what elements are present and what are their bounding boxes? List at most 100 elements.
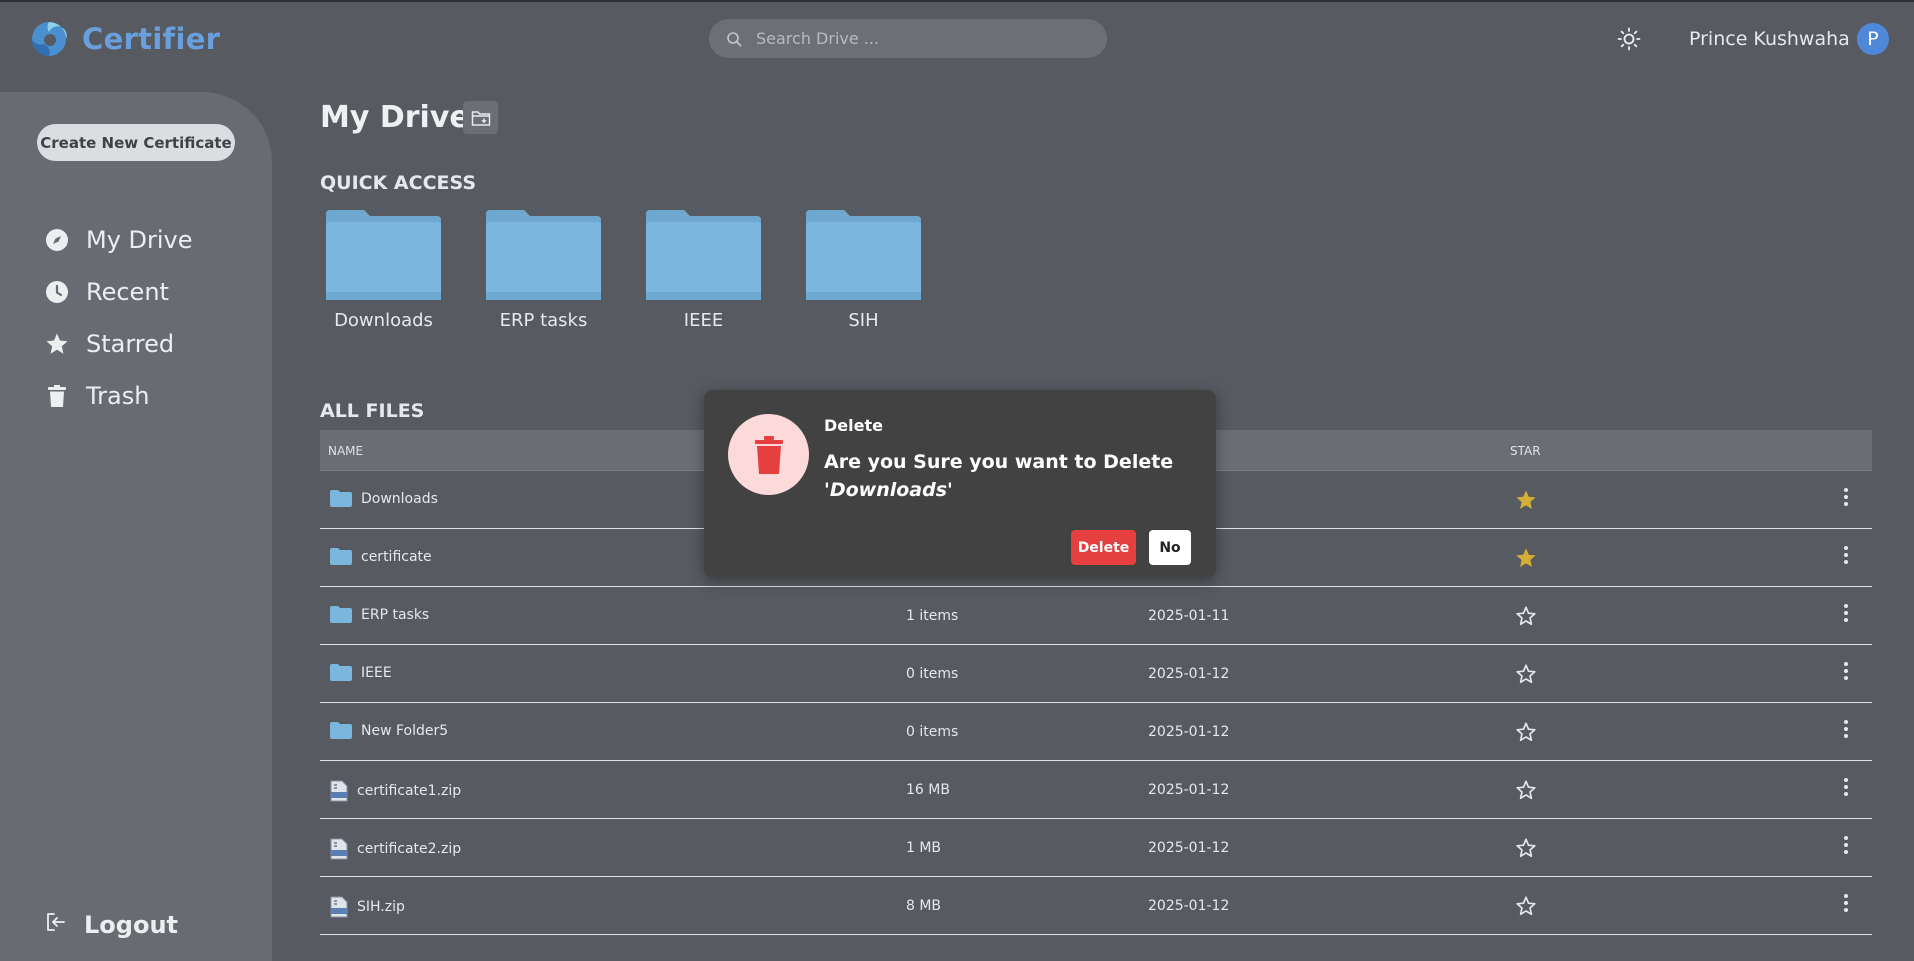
sidebar-item-trash[interactable]: Trash — [44, 382, 149, 410]
dialog-message: Are you Sure you want to Delete 'Downloa… — [824, 448, 1184, 504]
file-name-cell[interactable]: certificate2.zip — [330, 838, 461, 860]
folder-icon — [806, 210, 921, 300]
column-header-star[interactable]: STAR — [1510, 444, 1541, 458]
more-vert-icon[interactable] — [1843, 719, 1849, 743]
app-name: Certifier — [82, 22, 221, 56]
compass-icon — [44, 227, 70, 253]
star-outline-icon[interactable] — [1515, 605, 1537, 631]
star-outline-icon[interactable] — [1515, 779, 1537, 805]
sidebar-item-label: Recent — [86, 278, 169, 306]
sidebar-item-recent[interactable]: Recent — [44, 278, 169, 306]
quick-access-item[interactable]: IEEE — [646, 210, 761, 331]
file-name-cell[interactable]: ERP tasks — [330, 606, 429, 623]
table-row[interactable]: ERP tasks 1 items 2025-01-11 — [320, 587, 1872, 645]
file-name-cell[interactable]: New Folder5 — [330, 722, 448, 739]
search-icon — [727, 31, 742, 46]
dialog-icon-circle — [728, 414, 809, 495]
star-filled-icon[interactable] — [1515, 547, 1537, 573]
logout-icon — [44, 910, 68, 940]
table-row[interactable]: certificate1.zip 16 MB 2025-01-12 — [320, 761, 1872, 819]
file-date: 2025-01-12 — [1148, 840, 1230, 856]
star-outline-icon[interactable] — [1515, 895, 1537, 921]
delete-dialog: Delete Are you Sure you want to Delete '… — [704, 390, 1216, 577]
file-name-cell[interactable]: SIH.zip — [330, 896, 405, 918]
sidebar-item-label: My Drive — [86, 226, 193, 254]
more-vert-icon[interactable] — [1843, 545, 1849, 569]
more-vert-icon[interactable] — [1843, 777, 1849, 801]
user-name[interactable]: Prince Kushwaha — [1689, 28, 1850, 50]
theme-toggle-button[interactable] — [1616, 26, 1642, 52]
quick-access-heading: QUICK ACCESS — [320, 172, 477, 194]
star-icon — [44, 331, 70, 357]
more-vert-icon[interactable] — [1843, 661, 1849, 685]
file-name-cell[interactable]: certificate1.zip — [330, 780, 461, 802]
star-outline-icon[interactable] — [1515, 837, 1537, 863]
file-size: 0 items — [906, 724, 959, 740]
quick-access-item[interactable]: SIH — [806, 210, 921, 331]
folder-icon — [330, 490, 352, 507]
file-size: 1 MB — [906, 840, 942, 856]
confirm-delete-button[interactable]: Delete — [1071, 530, 1136, 565]
quick-access-item[interactable]: Downloads — [326, 210, 441, 331]
trash-icon — [44, 383, 70, 409]
sidebar: Create New Certificate My Drive Recent S… — [0, 92, 272, 961]
cancel-button[interactable]: No — [1149, 530, 1191, 565]
all-files-heading: ALL FILES — [320, 400, 425, 422]
search-input[interactable] — [754, 28, 1088, 49]
logout-button[interactable]: Logout — [44, 910, 178, 940]
certifier-logo-icon — [32, 22, 67, 56]
star-filled-icon[interactable] — [1515, 489, 1537, 515]
window-top-border — [0, 0, 1914, 2]
sidebar-item-starred[interactable]: Starred — [44, 330, 174, 358]
zip-file-icon — [330, 896, 348, 918]
file-name: IEEE — [361, 664, 392, 681]
file-date: 2025-01-11 — [1148, 608, 1230, 624]
more-vert-icon[interactable] — [1843, 487, 1849, 511]
quick-access-label: Downloads — [334, 310, 433, 331]
file-name: SIH.zip — [357, 899, 405, 915]
column-header-name[interactable]: NAME — [328, 444, 363, 458]
logout-label: Logout — [84, 911, 179, 939]
table-row[interactable]: IEEE 0 items 2025-01-12 — [320, 645, 1872, 703]
clock-icon — [44, 279, 70, 305]
file-size: 16 MB — [906, 782, 950, 798]
file-name: Downloads — [361, 490, 438, 507]
file-date: 2025-01-12 — [1148, 898, 1230, 914]
file-date: 2025-01-12 — [1148, 782, 1230, 798]
file-size: 8 MB — [906, 898, 942, 914]
file-name: certificate2.zip — [357, 841, 462, 857]
avatar[interactable]: P — [1857, 23, 1889, 55]
file-name: certificate — [361, 548, 432, 565]
file-name-cell[interactable]: certificate — [330, 548, 432, 565]
more-vert-icon[interactable] — [1843, 603, 1849, 627]
create-certificate-button[interactable]: Create New Certificate — [37, 124, 235, 161]
folder-icon — [486, 210, 601, 300]
dialog-message-text: Are you Sure you want to Delete — [824, 451, 1174, 473]
sidebar-item-label: Starred — [86, 330, 175, 358]
star-outline-icon[interactable] — [1515, 721, 1537, 747]
search-bar[interactable] — [709, 19, 1107, 58]
table-row[interactable]: SIH.zip 8 MB 2025-01-12 — [320, 877, 1872, 935]
folder-icon — [330, 722, 352, 739]
new-folder-button[interactable] — [463, 101, 498, 134]
file-name: ERP tasks — [361, 606, 430, 623]
quick-access-item[interactable]: ERP tasks — [486, 210, 601, 331]
folder-icon — [330, 664, 352, 681]
table-row[interactable]: certificate2.zip 1 MB 2025-01-12 — [320, 819, 1872, 877]
table-row[interactable]: New Folder5 0 items 2025-01-12 — [320, 703, 1872, 761]
sidebar-item-my-drive[interactable]: My Drive — [44, 226, 193, 254]
more-vert-icon[interactable] — [1843, 893, 1849, 917]
more-vert-icon[interactable] — [1843, 835, 1849, 859]
zip-file-icon — [330, 780, 348, 802]
file-name-cell[interactable]: Downloads — [330, 490, 438, 507]
quick-access-label: IEEE — [683, 310, 724, 331]
star-outline-icon[interactable] — [1515, 663, 1537, 689]
file-size: 0 items — [906, 666, 959, 682]
zip-file-icon — [330, 838, 348, 860]
folder-icon — [326, 210, 441, 300]
app-logo[interactable]: Certifier — [30, 20, 220, 58]
file-date: 2025-01-12 — [1148, 666, 1230, 682]
dialog-title: Delete — [824, 416, 883, 435]
file-name-cell[interactable]: IEEE — [330, 664, 392, 681]
page-title: My Drive — [320, 100, 470, 135]
